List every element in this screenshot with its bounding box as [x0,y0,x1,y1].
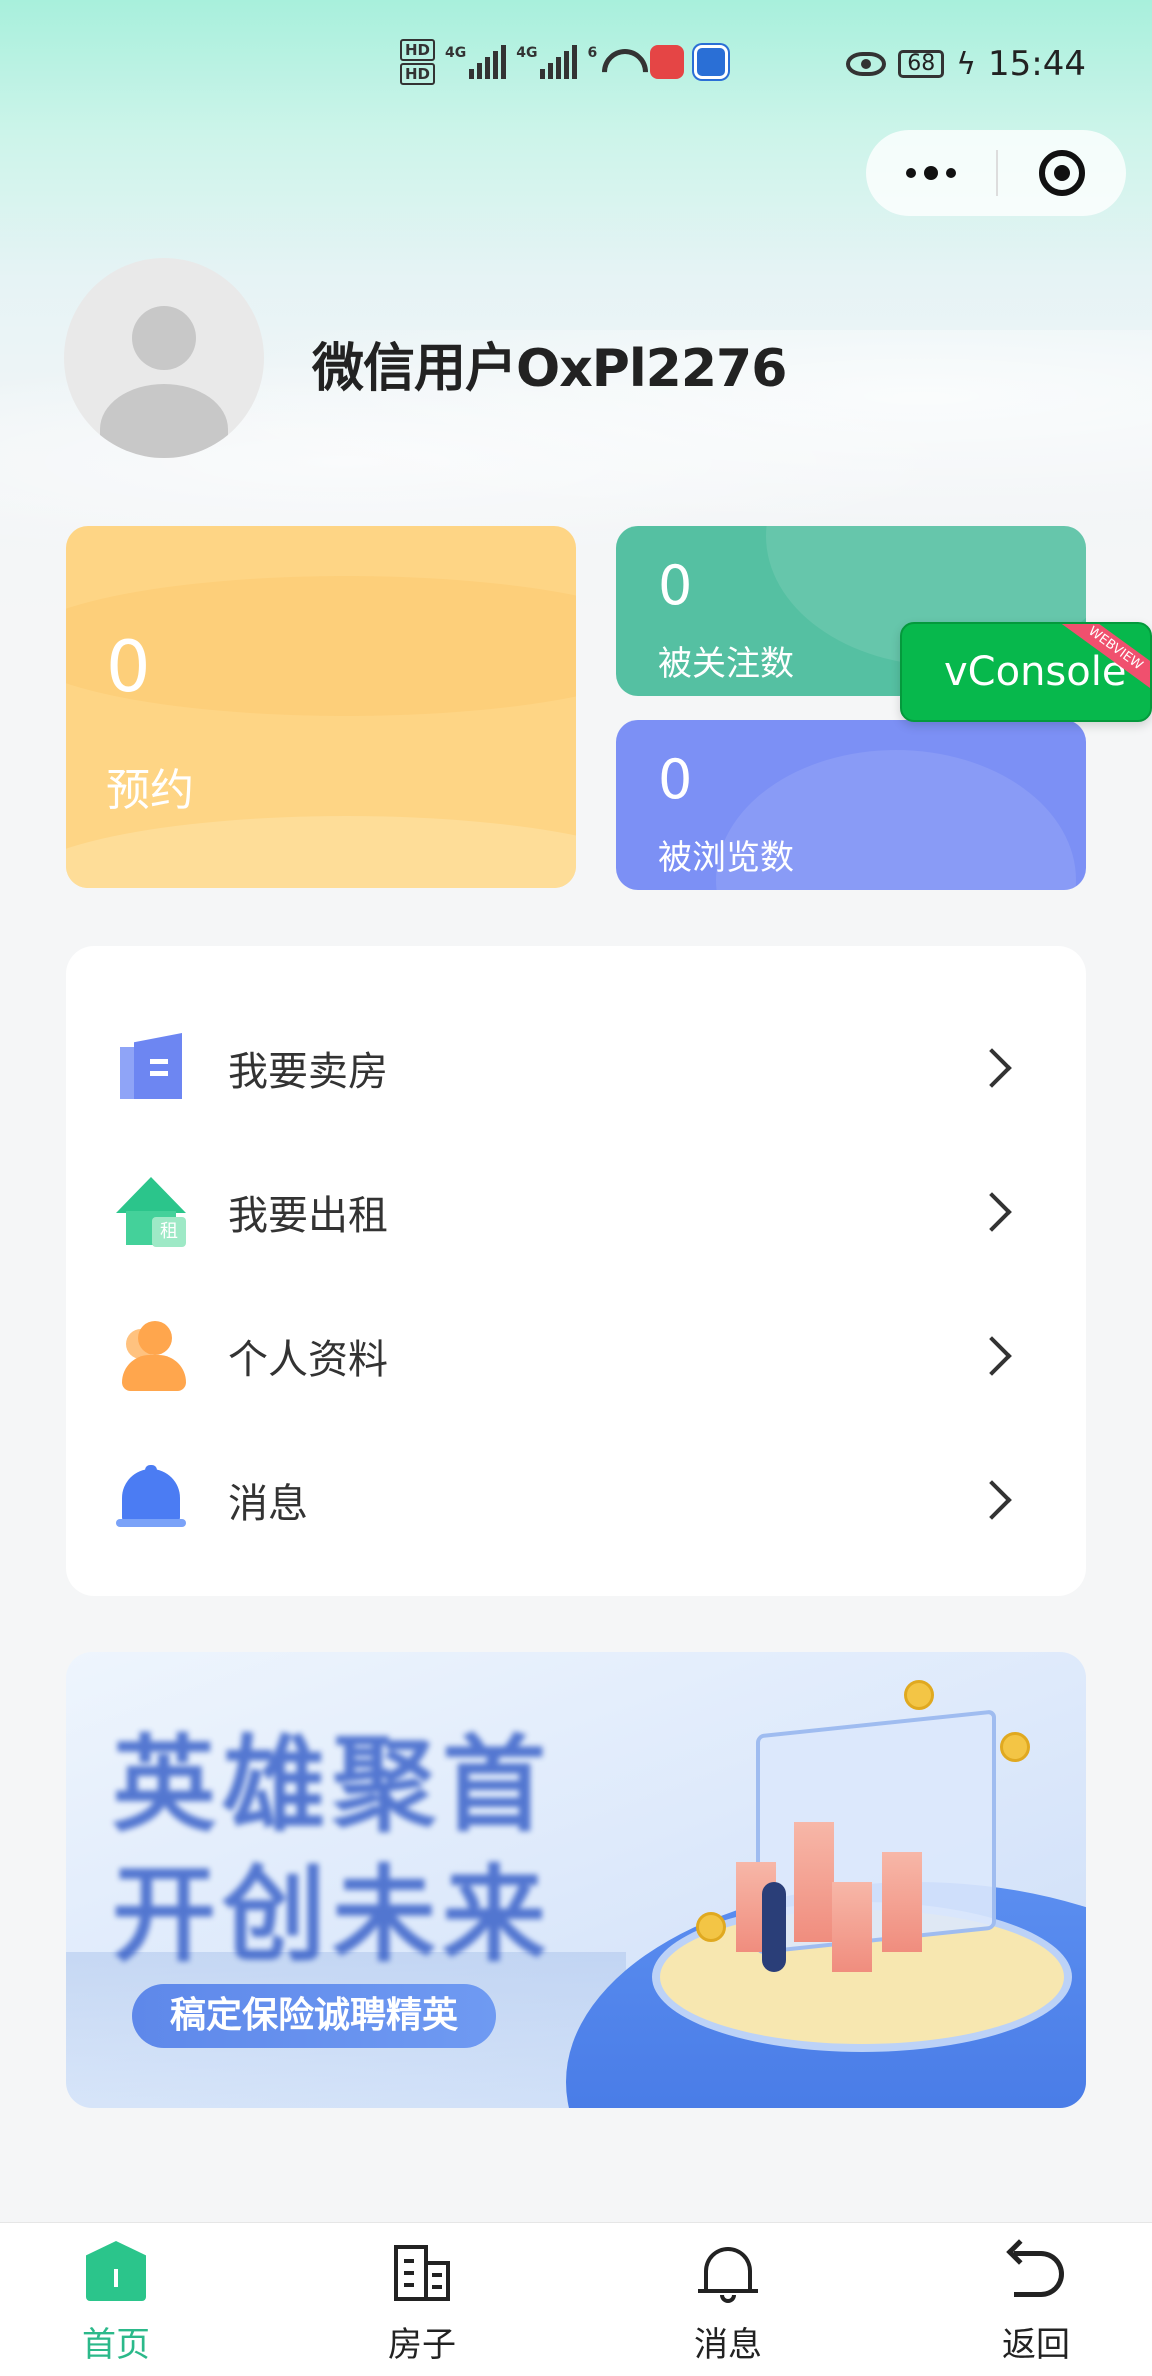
bottom-tab-bar: 首页 房子 消息 返回 [0,2222,1152,2376]
tab-messages[interactable]: 消息 [628,2223,828,2376]
viewed-label: 被浏览数 [658,838,794,878]
network-1-label: 4G [445,45,467,61]
menu-item-label: 我要卖房 [228,1049,388,1095]
coin-icon [904,1680,934,1710]
avatar[interactable] [64,258,264,458]
profile-icon [116,1321,186,1391]
more-options-icon[interactable] [866,130,996,216]
menu-item-rent-house[interactable]: 租 我要出租 [66,1142,1086,1282]
back-arrow-icon [1006,2239,1066,2305]
battery-indicator: 68 [898,50,945,78]
menu-item-label: 我要出租 [228,1193,388,1239]
tab-label: 返回 [1002,2325,1070,2365]
status-bar: HD HD 4G 4G 6 68 ϟ 15:44 [0,0,1152,132]
tab-label: 房子 [388,2325,456,2365]
eye-icon [846,52,887,76]
banner-headline-1: 英雄聚首 [112,1724,553,1846]
tab-back[interactable]: 返回 [936,2223,1136,2376]
building-icon [392,2241,452,2305]
banner-person-illustration [762,1882,786,1972]
menu-item-profile[interactable]: 个人资料 [66,1286,1086,1426]
recruitment-banner[interactable]: 英雄聚首 开创未来 稿定保险诚聘精英 [66,1652,1086,2108]
banner-pill: 稿定保险诚聘精英 [132,1984,497,2048]
status-icons-left: HD HD 4G 4G 6 [400,38,729,86]
home-icon [86,2241,146,2305]
charging-icon: ϟ [956,46,977,82]
chevron-right-icon [972,1480,1012,1520]
menu-item-sell-house[interactable]: 我要卖房 [66,998,1086,1138]
status-time: 15:44 [988,44,1086,84]
booking-label: 预约 [106,765,194,816]
booking-card[interactable]: 0 预约 [66,526,576,888]
notification-app-icon [694,45,729,79]
signal-2-icon: 4G [516,45,578,79]
menu-item-messages[interactable]: 消息 [66,1430,1086,1570]
tab-home[interactable]: 首页 [16,2223,216,2376]
banner-bar-illustration [794,1822,834,1942]
menu-item-label: 个人资料 [228,1337,388,1383]
hd-1-label: HD [400,39,436,61]
huawei-app-icon [650,45,685,79]
miniprogram-capsule [866,130,1126,216]
tab-label: 消息 [694,2325,762,2365]
bell-icon [116,1465,186,1535]
followed-count: 0 [658,554,693,617]
wifi-group: 6 [587,45,640,79]
viewed-count: 0 [658,748,693,811]
menu-card: 我要卖房 租 我要出租 个人资料 消息 [66,946,1086,1596]
followed-label: 被关注数 [658,644,794,684]
banner-bar-illustration [882,1852,922,1952]
hd-2-label: HD [400,63,436,85]
menu-item-label: 消息 [228,1481,308,1527]
chevron-right-icon [972,1048,1012,1088]
card-wave-decoration [66,816,576,888]
username: 微信用户OxPl2276 [312,339,787,399]
vconsole-label: vConsole [944,649,1127,695]
banner-headline-2: 开创未来 [112,1854,553,1976]
sell-house-icon [116,1033,186,1103]
booking-count: 0 [106,626,151,708]
banner-bar-illustration [832,1882,872,1972]
network-2-label: 4G [516,45,538,61]
vconsole-button[interactable]: vConsole WEBVIEW [900,622,1152,722]
rent-house-icon: 租 [116,1177,186,1247]
bell-icon [698,2241,758,2305]
tab-label: 首页 [82,2325,150,2365]
viewed-card[interactable]: 0 被浏览数 [616,720,1086,890]
wifi-label: 6 [587,45,598,61]
wifi-icon [600,47,640,79]
chevron-right-icon [972,1192,1012,1232]
coin-icon [696,1912,726,1942]
avatar-head [132,306,196,370]
banner-screen-illustration [756,1709,996,1955]
tab-houses[interactable]: 房子 [322,2223,522,2376]
close-miniprogram-icon[interactable] [998,130,1126,216]
signal-1-icon: 4G [445,45,507,79]
status-icons-right: 68 ϟ 15:44 [846,44,1086,84]
chevron-right-icon [972,1336,1012,1376]
coin-icon [1000,1732,1030,1762]
hd-indicator: HD HD [400,38,436,86]
avatar-body [100,384,228,458]
